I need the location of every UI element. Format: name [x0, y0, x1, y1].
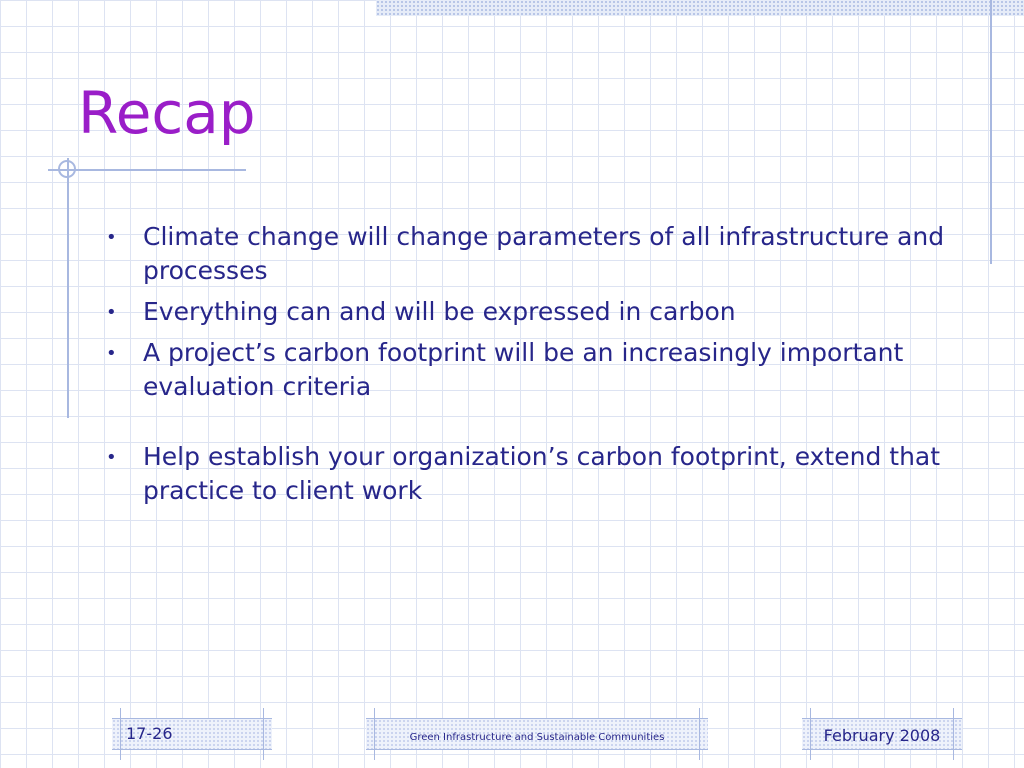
bullet-dot-icon: •	[106, 302, 117, 323]
bullet-text: Everything can and will be expressed in …	[143, 297, 736, 326]
slide-title: Recap	[78, 79, 256, 147]
title-rule-circle-icon	[58, 160, 76, 178]
top-decorative-band	[376, 0, 1024, 16]
right-vertical-rule	[990, 0, 992, 264]
bullet-text: Help establish your organization’s carbo…	[143, 442, 941, 505]
footer-slide-number-box: 17-26	[112, 708, 272, 760]
title-underline	[48, 169, 246, 171]
footer-presentation-title: Green Infrastructure and Sustainable Com…	[409, 732, 665, 743]
left-vertical-rule	[67, 158, 69, 418]
bullet-item: • Climate change will change parameters …	[100, 220, 960, 288]
bullet-text: A project’s carbon footprint will be an …	[143, 338, 904, 401]
footer-title-box: Green Infrastructure and Sustainable Com…	[366, 708, 708, 760]
footer-date: February 2008	[823, 726, 941, 745]
bullet-item: • Everything can and will be expressed i…	[100, 295, 960, 329]
bullet-item: • Help establish your organization’s car…	[100, 440, 960, 508]
footer-date-box: February 2008	[802, 708, 962, 760]
bullet-dot-icon: •	[106, 227, 117, 248]
bullet-dot-icon: •	[106, 447, 117, 468]
bullet-dot-icon: •	[106, 343, 117, 364]
bullet-text: Climate change will change parameters of…	[143, 222, 945, 285]
bullet-list: • Climate change will change parameters …	[100, 220, 960, 515]
bullet-item: • A project’s carbon footprint will be a…	[100, 336, 960, 404]
footer-slide-number: 17-26	[126, 724, 173, 743]
